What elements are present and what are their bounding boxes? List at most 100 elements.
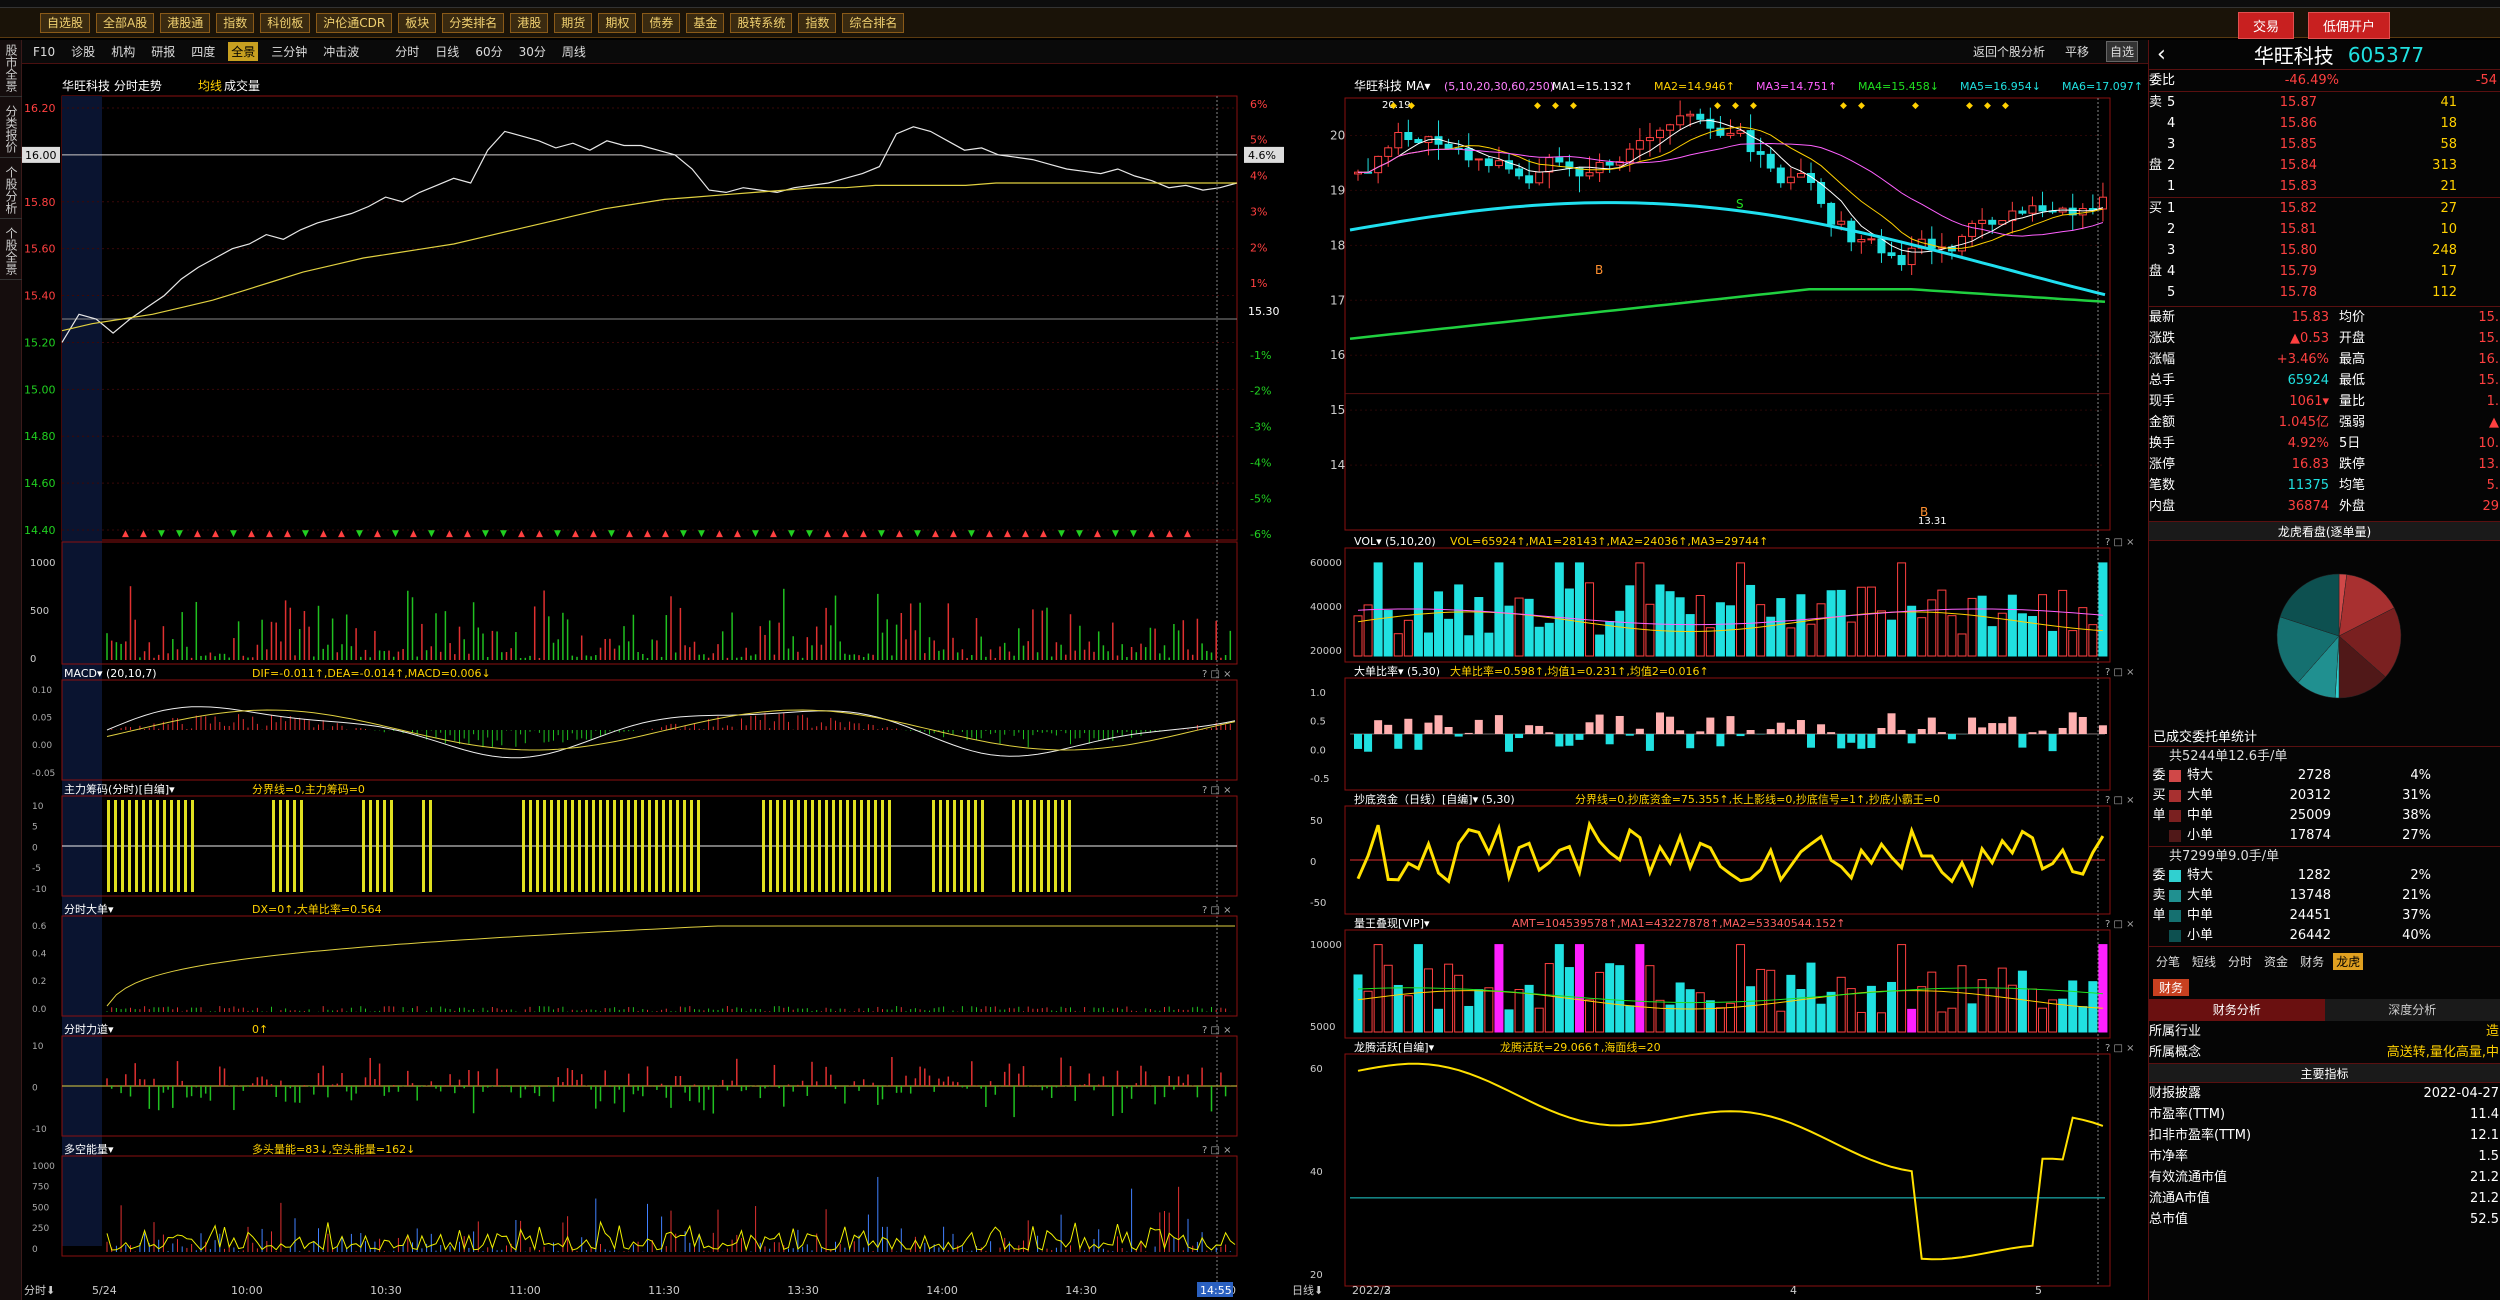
qty-king-bar [1796, 989, 1806, 1033]
toolbar-item-2[interactable]: 港股通 [160, 12, 211, 33]
signal-mark: ▼ [878, 529, 885, 539]
fin-sub-1[interactable]: 深度分析 [2324, 999, 2500, 1021]
ask-row-0-cell-2: 15.87 [2279, 95, 2317, 110]
flat-button[interactable]: 平移 [2062, 42, 2092, 61]
tab-2[interactable]: 机构 [108, 42, 138, 61]
back-to-analysis-link[interactable]: 返回个股分析 [1970, 42, 2048, 61]
quote-row-1-cell-2 [2329, 328, 2339, 349]
signal-diamond: ◆ [1732, 101, 1739, 111]
toolbar-item-3[interactable]: 指数 [216, 12, 255, 33]
tab-0[interactable]: F10 [30, 44, 58, 60]
ask-row-0-cell-0: 卖 [2149, 95, 2163, 110]
left-tab-0[interactable]: 股市全景 [0, 40, 23, 97]
bottom-tab-0[interactable]: 分笔 [2153, 953, 2183, 970]
left-tab-1[interactable]: 分类报价 [0, 101, 23, 158]
toolbar-item-8[interactable]: 港股 [510, 12, 549, 33]
ask-row-1-cell-3: 18 [2440, 116, 2457, 131]
b-mark-2: B [1920, 505, 1928, 519]
tab-4[interactable]: 四度 [188, 42, 218, 61]
kline-chart-area[interactable]: 华旺科技 MA▾ (5,10,20,30,60,250)MA1=15.132↑ MA… [1290, 64, 2148, 1300]
vol-bar [1574, 562, 1584, 657]
back-icon[interactable]: ‹ [2149, 42, 2174, 67]
fin-tab[interactable]: 财务 [2153, 979, 2189, 996]
main-chip-tick: 10 [32, 802, 44, 812]
open-account-button[interactable]: 低佣开户 [2307, 12, 2390, 39]
toolbar-item-15[interactable]: 综合排名 [842, 12, 905, 33]
fin-row-4-cell-1: 21.2 [2470, 1170, 2499, 1185]
toolbar-item-9[interactable]: 期货 [554, 12, 593, 33]
bid-row-3-cell-0: 盘 [2149, 264, 2163, 279]
buy-row-0: 委 特大 2728 4% [2149, 766, 2500, 786]
bottom-tab-4[interactable]: 财务 [2297, 953, 2327, 970]
toolbar-item-4[interactable]: 科创板 [260, 12, 311, 33]
candle-body [1766, 153, 1775, 169]
candle-body [1555, 157, 1564, 163]
buy-val-2: 25009 [2289, 808, 2331, 823]
vol-bar [1887, 619, 1897, 657]
ratio-bar [1404, 718, 1413, 734]
selfsel-dropdown[interactable]: 自选 [2105, 41, 2138, 62]
buy-val-3: 17874 [2289, 828, 2331, 843]
chip-bar [953, 800, 956, 892]
buy-summary: 共5244单12.6手/单 [2149, 746, 2500, 766]
period-tab-2[interactable]: 60分 [472, 42, 505, 61]
chip-bar [592, 800, 595, 892]
chip-bar [867, 800, 870, 892]
quote-row-2: 涨幅 +3.46% 最高 16. [2149, 349, 2500, 370]
tab-3[interactable]: 研报 [148, 42, 178, 61]
qty-king-bar [1856, 1011, 1866, 1033]
chip-bar [853, 800, 856, 892]
toolbar-item-7[interactable]: 分类排名 [442, 12, 505, 33]
ratio-bar [1726, 716, 1735, 734]
vol-bar [1393, 633, 1403, 657]
candle-body [1374, 155, 1383, 174]
toolbar-item-12[interactable]: 基金 [686, 12, 725, 33]
intraday-chart-area[interactable]: 华旺科技 分时走势 均线成交量 16.20 16.00 15.80 15.60 15.40 1… [22, 64, 1290, 1300]
period-tab-3[interactable]: 30分 [516, 42, 549, 61]
vol-bar [1967, 597, 1977, 657]
signal-mark: ▼ [806, 529, 813, 539]
vol-bar [1977, 595, 1987, 657]
toolbar-item-6[interactable]: 板块 [398, 12, 437, 33]
toolbar-item-10[interactable]: 期权 [598, 12, 637, 33]
trade-button[interactable]: 交易 [2237, 12, 2294, 39]
qty-king-bar [1434, 1008, 1444, 1033]
signal-mark: ▲ [1094, 529, 1101, 539]
dragon-active-title: 龙腾活跃[自编]▾ [1354, 1040, 1435, 1054]
period-tab-0[interactable]: 分时 [392, 42, 422, 61]
ratio-bar [1686, 734, 1695, 749]
toolbar-item-0[interactable]: 自选股 [40, 12, 91, 33]
buy-swatch-1 [2169, 790, 2181, 802]
bottom-tab-5[interactable]: 龙虎 [2333, 953, 2364, 970]
signal-mark: ▲ [266, 529, 273, 539]
tab-5[interactable]: 全景 [228, 42, 259, 61]
left-tab-2[interactable]: 个股分析 [0, 162, 23, 219]
bottom-tab-1[interactable]: 短线 [2189, 953, 2219, 970]
bottom-tab-2[interactable]: 分时 [2225, 953, 2255, 970]
quote-row-8-cell-2 [2329, 475, 2339, 496]
vol-bar [1524, 598, 1534, 657]
tab-6[interactable]: 三分钟 [268, 42, 310, 61]
tab-7[interactable]: 冲击波 [320, 42, 362, 61]
qty-king-bar [1353, 974, 1363, 1033]
long-short-tick: 0 [32, 1245, 38, 1255]
bottom-tab-3[interactable]: 资金 [2261, 953, 2291, 970]
tab-1[interactable]: 诊股 [68, 42, 98, 61]
toolbar-item-13[interactable]: 股转系统 [730, 12, 793, 33]
ratio-bar [2098, 725, 2107, 734]
fin-sub-0[interactable]: 财务分析 [2149, 999, 2325, 1021]
signal-mark: ▼ [698, 529, 705, 539]
left-tab-3[interactable]: 个股全景 [0, 223, 23, 280]
period-tab-1[interactable]: 日线 [432, 42, 462, 61]
candle-body [2038, 205, 2047, 212]
big-ratio-tick: -0.5 [1310, 774, 1330, 785]
signal-mark: ▲ [1022, 529, 1029, 539]
fin-row-5: 流通A市值 21.2 [2149, 1188, 2500, 1209]
toolbar-item-1[interactable]: 全部A股 [96, 12, 155, 33]
toolbar-item-14[interactable]: 指数 [798, 12, 837, 33]
chip-bar [939, 800, 942, 892]
period-tab-4[interactable]: 周线 [559, 42, 589, 61]
toolbar-item-5[interactable]: 沪伦通CDR [316, 12, 393, 33]
toolbar-item-11[interactable]: 债券 [642, 12, 681, 33]
ratio-bar [1927, 717, 1936, 734]
